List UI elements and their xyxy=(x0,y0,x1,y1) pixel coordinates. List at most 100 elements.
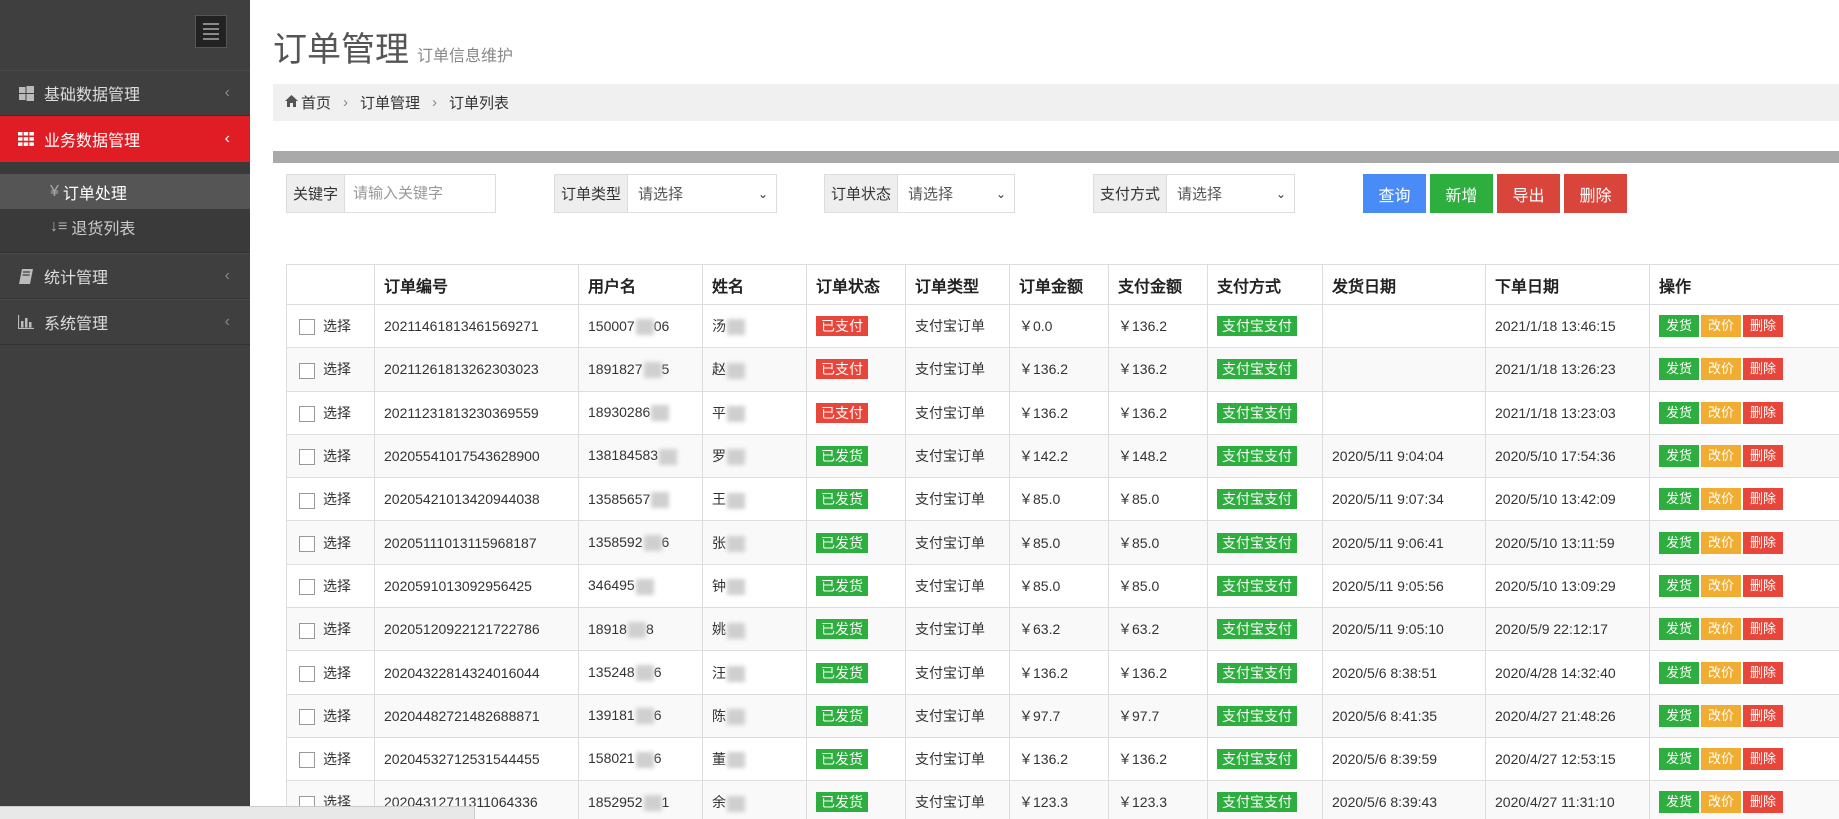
row-checkbox[interactable] xyxy=(299,319,315,336)
reprice-button[interactable]: 改价 xyxy=(1701,618,1742,641)
row-delete-button[interactable]: 删除 xyxy=(1743,488,1784,511)
export-button[interactable]: 导出 xyxy=(1497,174,1560,213)
username-text: 1358592 xyxy=(588,533,643,550)
select-label: 选择 xyxy=(323,621,351,638)
row-delete-button[interactable]: 删除 xyxy=(1743,445,1784,468)
order-amount-cell: ￥142.2 xyxy=(1009,433,1109,479)
breadcrumb-order-management[interactable]: 订单管理 xyxy=(360,92,420,113)
ship-button[interactable]: 发货 xyxy=(1659,618,1700,641)
row-delete-button[interactable]: 删除 xyxy=(1743,574,1784,597)
paid-amount-cell: ￥85.0 xyxy=(1108,563,1208,609)
pay-method-cell: 支付宝支付 xyxy=(1207,477,1323,522)
row-checkbox[interactable] xyxy=(299,665,315,682)
row-checkbox[interactable] xyxy=(299,752,315,769)
ship-button[interactable]: 发货 xyxy=(1659,315,1700,338)
table-row: 选择 20205111013115968187 1358592 6 张已发货 支付宝订单 ￥… xyxy=(286,520,1839,565)
pay-method-badge: 支付宝支付 xyxy=(1217,619,1297,640)
row-delete-button[interactable]: 删除 xyxy=(1743,704,1784,727)
row-delete-button[interactable]: 删除 xyxy=(1743,618,1784,641)
select-label: 选择 xyxy=(323,707,351,724)
row-checkbox[interactable] xyxy=(299,362,315,379)
row-checkbox[interactable] xyxy=(299,449,315,466)
reprice-button[interactable]: 改价 xyxy=(1701,531,1742,554)
query-button[interactable]: 查询 xyxy=(1363,174,1426,213)
username-cell: 346495 xyxy=(578,563,703,609)
pay-method-cell: 支付宝支付 xyxy=(1207,736,1323,782)
row-checkbox[interactable] xyxy=(299,492,315,509)
pay-method-select[interactable]: 请选择 ⌄ xyxy=(1167,175,1295,212)
row-checkbox[interactable] xyxy=(299,406,315,423)
row-checkbox[interactable] xyxy=(299,579,315,596)
sidebar-item-system[interactable]: 系统管理 ‹ xyxy=(0,299,250,345)
redacted-mark xyxy=(727,622,745,639)
row-checkbox[interactable] xyxy=(299,535,315,552)
reprice-button[interactable]: 改价 xyxy=(1701,315,1742,338)
name-text: 陈 xyxy=(712,707,726,724)
username-text: 18918 xyxy=(588,620,627,637)
reprice-button[interactable]: 改价 xyxy=(1701,791,1742,814)
sidebar-item-business-data[interactable]: 业务数据管理 ‹ xyxy=(0,116,250,162)
row-checkbox[interactable] xyxy=(299,622,315,639)
status-cell: 已发货 xyxy=(806,607,906,652)
order-number-cell: 2020591013092956425 xyxy=(374,563,579,609)
divider-bar xyxy=(273,151,1839,163)
submenu-item-order-processing[interactable]: ¥ 订单处理 xyxy=(0,174,250,209)
sidebar-item-basic-data[interactable]: 基础数据管理 ‹ xyxy=(0,70,250,116)
reprice-button[interactable]: 改价 xyxy=(1701,661,1742,684)
pay-method-cell: 支付宝支付 xyxy=(1207,347,1323,392)
order-status-select[interactable]: 请选择 ⌄ xyxy=(898,175,1015,212)
row-delete-button[interactable]: 删除 xyxy=(1743,748,1784,771)
row-delete-button[interactable]: 删除 xyxy=(1743,791,1784,814)
reprice-button[interactable]: 改价 xyxy=(1701,401,1742,424)
ship-button[interactable]: 发货 xyxy=(1659,574,1700,597)
ship-button[interactable]: 发货 xyxy=(1659,748,1700,771)
sidebar-toggle-button[interactable] xyxy=(195,15,227,48)
row-delete-button[interactable]: 删除 xyxy=(1743,315,1784,338)
menu-icon-line xyxy=(203,33,219,35)
sidebar-item-statistics[interactable]: 统计管理 ‹ xyxy=(0,253,250,299)
reprice-button[interactable]: 改价 xyxy=(1701,748,1742,771)
row-delete-button[interactable]: 删除 xyxy=(1743,358,1784,381)
row-delete-button[interactable]: 删除 xyxy=(1743,531,1784,554)
status-cell: 已发货 xyxy=(806,650,906,695)
name-text: 汪 xyxy=(712,664,726,681)
ship-date-cell: 2020/5/6 8:39:59 xyxy=(1322,736,1486,782)
select-label: 选择 xyxy=(323,318,351,335)
order-date-cell: 2020/5/10 17:54:36 xyxy=(1485,433,1650,479)
column-header: 订单状态 xyxy=(806,264,906,305)
submenu-item-return-list[interactable]: ↓≡ 退货列表 xyxy=(0,209,250,244)
actions-cell: 发货 改价 删除 xyxy=(1649,347,1839,392)
ship-button[interactable]: 发货 xyxy=(1659,358,1700,381)
row-delete-button[interactable]: 删除 xyxy=(1743,661,1784,684)
pay-method-filter: 支付方式 请选择 ⌄ xyxy=(1093,174,1296,213)
reprice-button[interactable]: 改价 xyxy=(1701,445,1742,468)
reprice-button[interactable]: 改价 xyxy=(1701,704,1742,727)
reprice-button[interactable]: 改价 xyxy=(1701,358,1742,381)
reprice-button[interactable]: 改价 xyxy=(1701,574,1742,597)
row-delete-button[interactable]: 删除 xyxy=(1743,401,1784,424)
add-button[interactable]: 新增 xyxy=(1430,174,1493,213)
row-checkbox[interactable] xyxy=(299,709,315,726)
ship-button[interactable]: 发货 xyxy=(1659,661,1700,684)
order-amount-cell: ￥136.2 xyxy=(1009,347,1109,392)
pay-method-badge: 支付宝支付 xyxy=(1217,662,1297,683)
redacted-mark xyxy=(727,449,745,466)
status-badge: 已支付 xyxy=(816,402,868,423)
breadcrumb-home[interactable]: 首页 xyxy=(301,92,331,113)
order-type-select[interactable]: 请选择 ⌄ xyxy=(628,175,777,212)
ship-button[interactable]: 发货 xyxy=(1659,704,1700,727)
username-text-tail: 6 xyxy=(653,663,662,680)
ship-button[interactable]: 发货 xyxy=(1659,488,1700,511)
reprice-button[interactable]: 改价 xyxy=(1701,488,1742,511)
select-label: 选择 xyxy=(323,664,351,681)
keyword-input[interactable] xyxy=(345,175,496,212)
ship-button[interactable]: 发货 xyxy=(1659,791,1700,814)
actions-cell: 发货 改价 删除 xyxy=(1649,607,1839,652)
delete-button[interactable]: 删除 xyxy=(1564,174,1627,213)
username-cell: 13585657 xyxy=(578,477,703,522)
ship-button[interactable]: 发货 xyxy=(1659,531,1700,554)
username-text-tail: 6 xyxy=(653,707,662,724)
ship-button[interactable]: 发货 xyxy=(1659,401,1700,424)
username-text-tail: 5 xyxy=(661,360,670,377)
ship-button[interactable]: 发货 xyxy=(1659,445,1700,468)
